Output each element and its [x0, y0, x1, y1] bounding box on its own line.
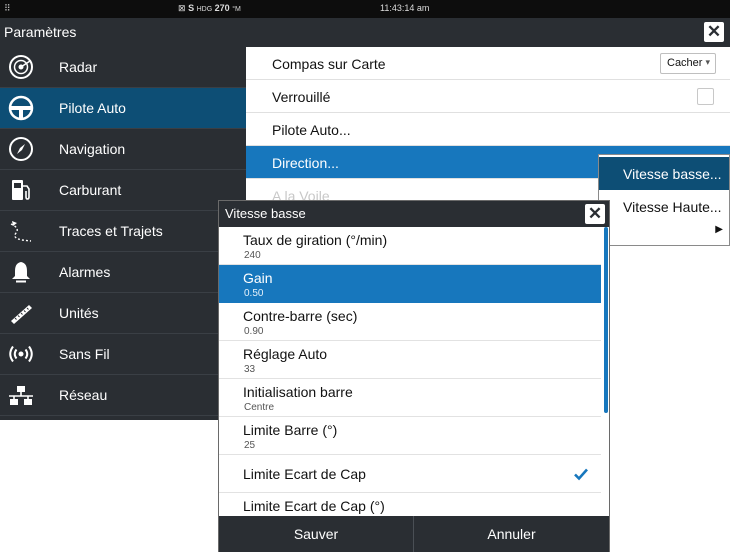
row-label: Taux de giration (°/min)	[243, 232, 388, 248]
setting-label: Pilote Auto...	[272, 122, 351, 138]
row-label: Réglage Auto	[243, 346, 328, 362]
row-value: 33	[244, 364, 256, 375]
sidebar-item-reseau[interactable]: Réseau	[0, 375, 246, 416]
radar-icon	[9, 55, 33, 79]
verrouille-checkbox[interactable]	[697, 88, 714, 105]
vitesse-basse-dialog: Vitesse basse ✕ Taux de giration (°/min)…	[218, 200, 610, 552]
sidebar-item-label: Unités	[59, 305, 99, 321]
dropdown-value: Cacher	[667, 57, 703, 69]
compas-dropdown[interactable]: Cacher ▾	[660, 53, 716, 74]
sidebar-item-navigation[interactable]: Navigation	[0, 129, 246, 170]
wireless-icon	[9, 345, 33, 363]
sidebar-item-label: Alarmes	[59, 264, 111, 280]
sidebar-item-label: Radar	[59, 59, 98, 75]
sidebar-item-unites[interactable]: Unités	[0, 293, 246, 334]
helm-icon	[8, 95, 34, 121]
cancel-button[interactable]: Annuler	[414, 516, 609, 552]
sidebar-item-label: Navigation	[59, 141, 126, 157]
heading-unit: °M	[232, 6, 241, 13]
sidebar-item-label: Pilote Auto	[59, 100, 126, 116]
sidebar-item-sans-fil[interactable]: Sans Fil	[0, 334, 246, 375]
sidebar-item-label: Carburant	[59, 182, 122, 198]
dialog-title: Vitesse basse	[225, 206, 306, 221]
clock: 11:43:14 am	[380, 3, 430, 13]
sidebar-item-label: Traces et Trajets	[59, 223, 163, 239]
page-title: Paramètres	[4, 24, 77, 40]
sidebar-item-alarmes[interactable]: Alarmes	[0, 252, 246, 293]
caret-right-icon: ▶	[715, 224, 723, 235]
dialog-row-reglage-auto[interactable]: Réglage Auto 33	[219, 341, 601, 379]
ruler-icon	[11, 305, 32, 324]
row-label: Gain	[243, 270, 273, 286]
row-label: Limite Barre (°)	[243, 422, 338, 438]
row-value: 25	[244, 440, 256, 451]
dialog-title-bar: Vitesse basse ✕	[219, 201, 609, 227]
sidebar-item-carburant[interactable]: Carburant	[0, 170, 246, 211]
row-label: Contre-barre (sec)	[243, 308, 358, 324]
row-value: 0.90	[244, 326, 264, 337]
close-dialog-button[interactable]: ✕	[585, 204, 605, 224]
dialog-row-gain[interactable]: Gain 0.50	[219, 265, 601, 303]
close-settings-button[interactable]: ✕	[704, 22, 724, 42]
sidebar-item-label: Sans Fil	[59, 346, 110, 362]
sidebar-item-pilote-auto[interactable]: Pilote Auto	[0, 88, 246, 129]
setting-label: Compas sur Carte	[272, 56, 386, 72]
dialog-footer: Sauver Annuler	[219, 516, 609, 552]
sidebar-item-traces-et-trajets[interactable]: Traces et Trajets	[0, 211, 246, 252]
tracks-icon	[10, 221, 32, 242]
heading-source-icon: ⊠	[178, 3, 186, 13]
dialog-row-limite-ecart-de-cap[interactable]: Limite Ecart de Cap	[219, 455, 601, 493]
dialog-row-initialisation-barre[interactable]: Initialisation barre Centre	[219, 379, 601, 417]
row-value: Centre	[244, 402, 275, 413]
row-label: Initialisation barre	[243, 384, 353, 400]
submenu-vitesse-haute[interactable]: Vitesse Haute...	[599, 190, 729, 223]
chevron-down-icon: ▾	[705, 57, 710, 67]
heading-prefix: S	[188, 3, 195, 13]
direction-submenu: Vitesse basse... Vitesse Haute... ▶	[598, 154, 730, 246]
heading-label: HDG	[196, 6, 213, 13]
sidebar-item-radar[interactable]: Radar	[0, 47, 246, 88]
row-value: 240	[244, 250, 261, 261]
setting-verrouille[interactable]: Verrouillé	[246, 80, 730, 113]
status-bar: ⠿ ⊠ S HDG 270 °M 11:43:14 am	[0, 0, 730, 18]
dialog-row-taux-de-giration[interactable]: Taux de giration (°/min) 240	[219, 227, 601, 265]
dialog-row-contre-barre[interactable]: Contre-barre (sec) 0.90	[219, 303, 601, 341]
checkmark-icon[interactable]	[573, 466, 589, 482]
dialog-scrollbar[interactable]	[604, 227, 608, 413]
bell-icon	[12, 262, 30, 283]
dialog-settings-list: Taux de giration (°/min) 240 Gain 0.50 C…	[219, 227, 601, 516]
network-icon	[9, 386, 33, 405]
row-label: Limite Ecart de Cap	[243, 466, 366, 482]
row-value: 0.50	[244, 288, 264, 299]
setting-pilote-auto[interactable]: Pilote Auto...	[246, 113, 730, 146]
save-button[interactable]: Sauver	[219, 516, 414, 552]
setting-label: Verrouillé	[272, 89, 331, 105]
dialog-row-limite-ecart-de-cap-deg[interactable]: Limite Ecart de Cap (°) 30	[219, 493, 601, 516]
row-label: Limite Ecart de Cap (°)	[243, 498, 385, 514]
heading-readout: ⊠ S HDG 270 °M	[178, 3, 241, 14]
menu-grip-icon: ⠿	[4, 3, 11, 13]
sidebar-item-label: Réseau	[59, 387, 108, 403]
heading-value: 270	[214, 3, 230, 13]
setting-compas-sur-carte[interactable]: Compas sur Carte Cacher ▾	[246, 47, 730, 80]
submenu-vitesse-basse[interactable]: Vitesse basse...	[599, 157, 729, 190]
fuel-pump-icon	[12, 180, 30, 200]
compass-icon	[9, 137, 33, 161]
sidebar: Radar Pilote Auto Navigation Carburant T…	[0, 47, 246, 420]
dialog-row-limite-barre[interactable]: Limite Barre (°) 25	[219, 417, 601, 455]
title-bar: Paramètres ✕	[0, 18, 730, 47]
setting-label: Direction...	[272, 155, 339, 171]
